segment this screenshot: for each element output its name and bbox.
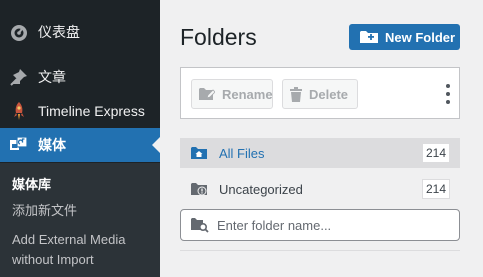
folder-item-all-files[interactable]: All Files 214 [180,138,460,168]
submenu-item-add-external-media[interactable]: Add External Media without Import [12,230,152,270]
media-submenu: 媒体库 添加新文件 Add External Media without Imp… [0,163,160,277]
divider [180,250,460,251]
active-menu-arrow [152,137,160,153]
folder-item-uncategorized[interactable]: Uncategorized 214 [180,174,460,204]
rename-folder-icon [199,87,215,101]
folders-panel: Folders New Folder Rename Delete All Fil… [160,0,483,277]
sidebar-item-dashboard[interactable]: 仪表盘 [0,15,160,49]
sidebar-item-label: Timeline Express [38,103,145,119]
page-title: Folders [180,24,257,50]
sidebar-item-posts[interactable]: 文章 [0,60,160,94]
new-folder-icon [360,30,378,44]
sidebar-item-label: 文章 [38,69,66,85]
folder-name-field [180,209,460,241]
folder-name-input[interactable] [217,217,437,233]
new-folder-label: New Folder [385,29,456,45]
admin-sidebar: 仪表盘 文章 Timeline Express 媒体 媒体库 添加新文件 Add… [0,0,160,277]
rename-label: Rename [222,86,273,102]
folder-search-icon [191,217,209,233]
sidebar-item-label: 媒体 [38,137,66,153]
pushpin-icon [9,67,29,87]
submenu-item-add-new[interactable]: 添加新文件 [12,201,152,221]
home-folder-icon [191,145,207,161]
submenu-item-media-library[interactable]: 媒体库 [12,175,152,195]
media-icon [9,135,29,155]
new-folder-button[interactable]: New Folder [349,24,460,50]
more-options-icon[interactable] [445,84,451,104]
sidebar-item-media[interactable]: 媒体 [0,128,160,162]
delete-button[interactable]: Delete [282,79,358,109]
folder-toolbar: Rename Delete [180,67,460,119]
dashboard-icon [9,22,29,42]
rename-button[interactable]: Rename [191,79,273,109]
sidebar-item-timeline-express[interactable]: Timeline Express [0,94,160,128]
timeline-express-icon [9,101,29,121]
folder-count: 214 [421,143,450,163]
folder-label: All Files [219,145,265,161]
folder-count: 214 [421,179,450,199]
trash-icon [290,86,302,102]
delete-label: Delete [309,86,349,102]
sidebar-item-label: 仪表盘 [38,24,80,40]
uncategorized-folder-icon [191,181,207,197]
folder-label: Uncategorized [219,181,303,197]
